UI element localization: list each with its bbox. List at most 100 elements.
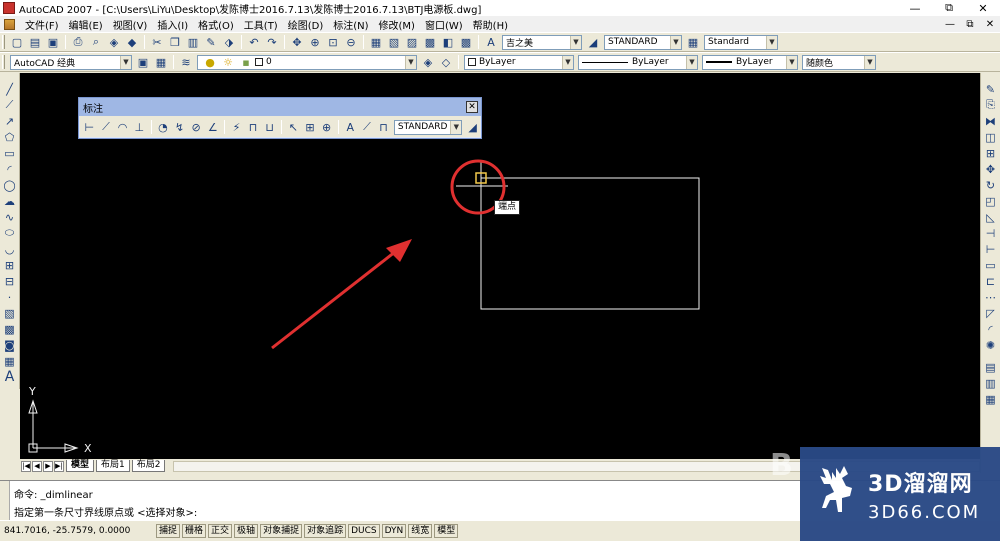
- lineweight-select[interactable]: ByLayer ▼: [702, 54, 798, 70]
- menu-file[interactable]: 文件(F): [20, 17, 64, 32]
- chevron-down-icon[interactable]: ▼: [120, 55, 131, 69]
- draw-order-back-icon[interactable]: ▥: [983, 375, 999, 391]
- chevron-down-icon[interactable]: ▼: [562, 55, 573, 69]
- aligned-dim-icon[interactable]: ⟋: [99, 119, 114, 135]
- scale-icon[interactable]: ◰: [983, 193, 999, 209]
- model-toggle[interactable]: 模型: [434, 524, 459, 538]
- plot-preview-icon[interactable]: ⌕: [88, 34, 104, 50]
- point-icon[interactable]: ·: [2, 289, 18, 305]
- tab-model[interactable]: 模型: [66, 460, 95, 472]
- close-icon[interactable]: ✕: [466, 101, 478, 113]
- menu-window[interactable]: 窗口(W): [420, 17, 468, 32]
- chevron-down-icon[interactable]: ▼: [670, 35, 681, 49]
- block-editor-icon[interactable]: ⬗: [221, 34, 237, 50]
- 3d-dwf-icon[interactable]: ◆: [124, 34, 140, 50]
- chamfer-icon[interactable]: ◸: [983, 305, 999, 321]
- arc-icon[interactable]: ◜: [2, 161, 18, 177]
- coordinate-readout[interactable]: 841.7016, -25.7579, 0.0000: [0, 526, 156, 536]
- lineweight-toggle[interactable]: 线宽: [408, 524, 433, 538]
- dim-text-edit-icon[interactable]: ⟋: [360, 119, 375, 135]
- polygon-icon[interactable]: ⬠: [2, 129, 18, 145]
- ordinate-dim-icon[interactable]: ⊥: [132, 119, 147, 135]
- copy-icon[interactable]: ❐: [167, 34, 183, 50]
- workspace-save-icon[interactable]: ▦: [153, 54, 169, 70]
- copy-object-icon[interactable]: ⎘: [983, 97, 999, 113]
- chevron-down-icon[interactable]: ▼: [405, 55, 416, 69]
- linetype-select[interactable]: ByLayer ▼: [578, 54, 698, 70]
- circle-icon[interactable]: ◯: [2, 177, 18, 193]
- center-mark-icon[interactable]: ⊕: [319, 119, 334, 135]
- tool-palettes-icon[interactable]: ▨: [404, 34, 420, 50]
- layer-select[interactable]: ● ☼ ▪ 0 ▼: [197, 54, 417, 70]
- tab-nav-prev[interactable]: ◀: [32, 460, 42, 472]
- calculator-icon[interactable]: ▩: [458, 34, 474, 50]
- line-icon[interactable]: ╱: [2, 81, 18, 97]
- rectangle-icon[interactable]: ▭: [2, 145, 18, 161]
- paste-icon[interactable]: ▥: [185, 34, 201, 50]
- polyline-icon[interactable]: ↗: [2, 113, 18, 129]
- chevron-down-icon[interactable]: ▼: [786, 55, 797, 69]
- undo-icon[interactable]: ↶: [246, 34, 262, 50]
- hatch-icon[interactable]: ▧: [2, 305, 18, 321]
- zoom-realtime-icon[interactable]: ⊕: [307, 34, 323, 50]
- save-icon[interactable]: ▣: [45, 34, 61, 50]
- draw-order-front-icon[interactable]: ▦: [983, 391, 999, 407]
- publish-icon[interactable]: ◈: [106, 34, 122, 50]
- join-icon[interactable]: ⋯: [983, 289, 999, 305]
- command-line-grip[interactable]: [0, 481, 10, 521]
- ellipse-arc-icon[interactable]: ◡: [2, 241, 18, 257]
- autocad-app-icon[interactable]: [3, 2, 15, 14]
- dim-edit-icon[interactable]: A: [343, 119, 358, 135]
- tab-nav-next[interactable]: ▶: [43, 460, 53, 472]
- jogged-dim-icon[interactable]: ↯: [172, 119, 187, 135]
- dim-update-icon[interactable]: ⊓: [376, 119, 391, 135]
- tolerance-icon[interactable]: ⊞: [303, 119, 318, 135]
- new-file-icon[interactable]: ▢: [9, 34, 25, 50]
- doc-close-button[interactable]: ✕: [980, 19, 1000, 30]
- minimize-button[interactable]: —: [898, 2, 932, 15]
- angular-dim-icon[interactable]: ∠: [205, 119, 220, 135]
- menu-draw[interactable]: 绘图(D): [283, 17, 329, 32]
- gradient-icon[interactable]: ▩: [2, 321, 18, 337]
- polar-toggle[interactable]: 极轴: [234, 524, 259, 538]
- cut-icon[interactable]: ✂: [149, 34, 165, 50]
- radius-dim-icon[interactable]: ◔: [156, 119, 171, 135]
- menu-dimension[interactable]: 标注(N): [328, 17, 373, 32]
- menu-modify[interactable]: 修改(M): [374, 17, 420, 32]
- make-current-layer-icon[interactable]: ◈: [420, 54, 436, 70]
- tab-layout2[interactable]: 布局2: [131, 460, 166, 472]
- otrack-toggle[interactable]: 对象追踪: [304, 524, 347, 538]
- rotate-icon[interactable]: ↻: [983, 177, 999, 193]
- document-icon[interactable]: [4, 18, 15, 30]
- doc-minimize-button[interactable]: —: [940, 19, 960, 30]
- osnap-toggle[interactable]: 对象捕捉: [260, 524, 303, 538]
- color-select[interactable]: ByLayer ▼: [464, 54, 574, 70]
- workspace-select[interactable]: AutoCAD 经典 ▼: [10, 54, 132, 70]
- quick-dim-icon[interactable]: ⚡: [229, 119, 244, 135]
- design-center-icon[interactable]: ▧: [386, 34, 402, 50]
- snap-toggle[interactable]: 捕捉: [156, 524, 181, 538]
- text-style-icon[interactable]: A: [483, 34, 499, 50]
- print-icon[interactable]: ⎙: [70, 34, 86, 50]
- menu-help[interactable]: 帮助(H): [468, 17, 513, 32]
- grid-toggle[interactable]: 栅格: [182, 524, 207, 538]
- chevron-down-icon[interactable]: ▼: [766, 35, 777, 49]
- zoom-previous-icon[interactable]: ⊖: [343, 34, 359, 50]
- sheet-set-icon[interactable]: ▩: [422, 34, 438, 50]
- chevron-down-icon[interactable]: ▼: [864, 55, 875, 69]
- region-icon[interactable]: ◙: [2, 337, 18, 353]
- construction-line-icon[interactable]: ⟋: [2, 97, 18, 113]
- table-icon[interactable]: ▦: [2, 353, 18, 369]
- diameter-dim-icon[interactable]: ⊘: [189, 119, 204, 135]
- offset-icon[interactable]: ◫: [983, 129, 999, 145]
- menu-tools[interactable]: 工具(T): [239, 17, 283, 32]
- quick-leader-icon[interactable]: ↖: [286, 119, 301, 135]
- revision-cloud-icon[interactable]: ☁: [2, 193, 18, 209]
- markup-icon[interactable]: ◧: [440, 34, 456, 50]
- erase-icon[interactable]: ✎: [983, 81, 999, 97]
- continue-dim-icon[interactable]: ⊔: [262, 119, 277, 135]
- tab-nav-last[interactable]: ▶|: [54, 460, 64, 472]
- extend-icon[interactable]: ⊢: [983, 241, 999, 257]
- zoom-window-icon[interactable]: ⊡: [325, 34, 341, 50]
- menu-format[interactable]: 格式(O): [193, 17, 239, 32]
